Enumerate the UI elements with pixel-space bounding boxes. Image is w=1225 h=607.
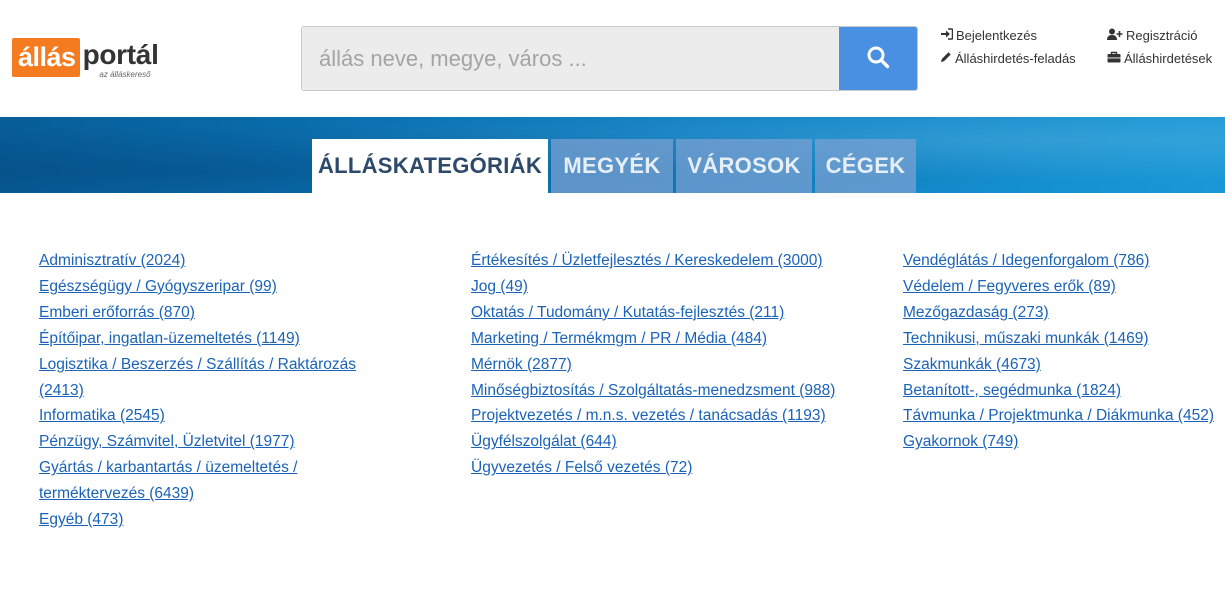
search-button[interactable] [839,27,917,90]
register-link[interactable]: Regisztráció [1107,24,1212,47]
register-label: Regisztráció [1126,28,1198,43]
logo-allas: állás [12,38,80,77]
category-link[interactable]: Egészségügy / Gyógyszeripar (99) [39,274,369,300]
tab-categories[interactable]: ÁLLÁSKATEGÓRIÁK [312,139,548,193]
tabs-banner: ÁLLÁSKATEGÓRIÁK MEGYÉK VÁROSOK CÉGEK [0,117,1225,193]
category-link[interactable]: Távmunka / Projektmunka / Diákmunka (452… [903,403,1225,429]
category-link[interactable]: Építőipar, ingatlan-üzemeltetés (1149) [39,326,369,352]
category-link[interactable]: Technikusi, műszaki munkák (1469) [903,326,1225,352]
sign-in-icon [940,24,954,47]
post-job-link[interactable]: Álláshirdetés-feladás [940,47,1076,70]
post-job-label: Álláshirdetés-feladás [955,51,1076,66]
category-link[interactable]: Egyéb (473) [39,507,369,533]
category-link[interactable]: Ügyvezetés / Felső vezetés (72) [471,455,841,481]
logo-right: portál az álláskereső [80,38,159,79]
toplinks-left: Bejelentkezés Álláshirdetés-feladás [940,24,1076,70]
site-header: állás portál az álláskereső Bejelentkezé… [0,0,1225,117]
category-link[interactable]: Ügyfélszolgálat (644) [471,429,841,455]
category-link[interactable]: Emberi erőforrás (870) [39,300,369,326]
search-bar [301,26,918,91]
briefcase-icon [1107,47,1121,70]
category-link[interactable]: Értékesítés / Üzletfejlesztés / Keresked… [471,248,841,274]
category-link[interactable]: Oktatás / Tudomány / Kutatás-fejlesztés … [471,300,841,326]
site-logo[interactable]: állás portál az álláskereső [12,38,159,82]
category-link[interactable]: Projektvezetés / m.n.s. vezetés / tanács… [471,403,841,429]
category-link[interactable]: Szakmunkák (4673) [903,352,1225,378]
tab-counties[interactable]: MEGYÉK [551,139,673,193]
toplinks-right: Regisztráció Álláshirdetések [1107,24,1212,70]
pencil-icon [940,47,952,70]
category-link[interactable]: Minőségbiztosítás / Szolgáltatás-menedzs… [471,378,841,404]
category-link[interactable]: Védelem / Fegyveres erők (89) [903,274,1225,300]
search-icon [866,45,890,72]
category-column-3: Vendéglátás / Idegenforgalom (786) Védel… [903,248,1225,455]
category-link[interactable]: Gyakornok (749) [903,429,1225,455]
job-ads-link[interactable]: Álláshirdetések [1107,47,1212,70]
tab-cities[interactable]: VÁROSOK [676,139,812,193]
category-link[interactable]: Mérnök (2877) [471,352,841,378]
login-link[interactable]: Bejelentkezés [940,24,1076,47]
category-link[interactable]: Mezőgazdaság (273) [903,300,1225,326]
category-link[interactable]: Adminisztratív (2024) [39,248,369,274]
search-input[interactable] [302,27,839,90]
category-column-1: Adminisztratív (2024) Egészségügy / Gyóg… [39,248,369,533]
category-link[interactable]: Betanított-, segédmunka (1824) [903,378,1225,404]
job-ads-label: Álláshirdetések [1124,51,1213,66]
tab-companies[interactable]: CÉGEK [815,139,916,193]
category-link[interactable]: Jog (49) [471,274,841,300]
login-label: Bejelentkezés [956,28,1037,43]
category-link[interactable]: Marketing / Termékmgm / PR / Média (484) [471,326,841,352]
category-link[interactable]: Logisztika / Beszerzés / Szállítás / Rak… [39,352,369,404]
category-column-2: Értékesítés / Üzletfejlesztés / Keresked… [471,248,841,481]
category-link[interactable]: Pénzügy, Számvitel, Üzletvitel (1977) [39,429,369,455]
category-link[interactable]: Gyártás / karbantartás / üzemeltetés / t… [39,455,369,507]
logo-tagline: az álláskereső [99,70,151,79]
tab-bar: ÁLLÁSKATEGÓRIÁK MEGYÉK VÁROSOK CÉGEK [312,139,916,193]
category-link[interactable]: Vendéglátás / Idegenforgalom (786) [903,248,1225,274]
category-link[interactable]: Informatika (2545) [39,403,369,429]
logo-portal: portál [82,39,159,70]
user-plus-icon [1107,24,1123,47]
